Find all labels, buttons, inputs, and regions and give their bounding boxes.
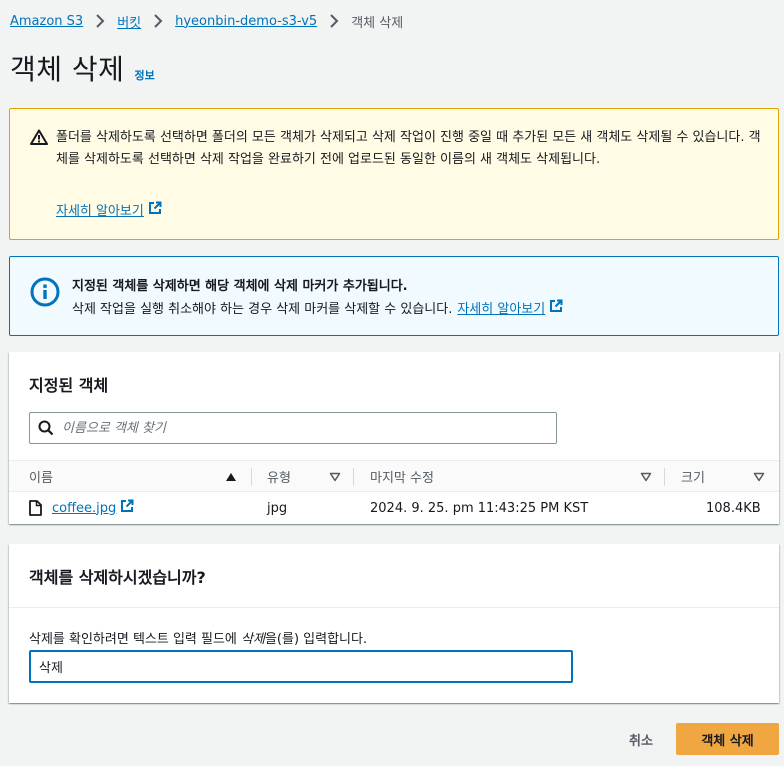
object-link[interactable]: coffee.jpg bbox=[52, 499, 134, 517]
column-header-last-modified[interactable]: 마지막 수정 bbox=[370, 461, 652, 492]
confirm-delete-title: 객체를 삭제하시겠습니까? bbox=[29, 568, 206, 587]
search-icon bbox=[38, 420, 54, 436]
warning-icon bbox=[30, 129, 48, 149]
panel-divider bbox=[9, 607, 779, 608]
table-header: 이름 유형 마지막 수정 크기 bbox=[9, 460, 779, 492]
delete-objects-button[interactable]: 객체 삭제 bbox=[676, 723, 779, 755]
external-link-icon bbox=[148, 201, 162, 219]
specified-objects-panel: 지정된 객체 이름 유형 마지막 수정 bbox=[9, 352, 779, 524]
object-search-box[interactable] bbox=[29, 412, 557, 444]
column-header-size[interactable]: 크기 bbox=[681, 461, 771, 492]
cell-size: 108.4KB bbox=[706, 500, 761, 516]
warning-alert: 폴더를 삭제하도록 선택하면 폴더의 모든 객체가 삭제되고 삭제 작업이 진행… bbox=[9, 108, 779, 240]
column-header-name[interactable]: 이름 bbox=[29, 461, 243, 492]
external-link-icon bbox=[549, 299, 563, 317]
info-learn-more-link[interactable]: 자세히 알아보기 bbox=[457, 298, 563, 317]
warning-text: 폴더를 삭제하도록 선택하면 폴더의 모든 객체가 삭제되고 삭제 작업이 진행… bbox=[56, 130, 761, 167]
confirm-delete-panel: 객체를 삭제하시겠습니까? 삭제를 확인하려면 텍스트 입력 필드에 삭제을(를… bbox=[9, 544, 779, 703]
confirm-label: 삭제를 확인하려면 텍스트 입력 필드에 삭제을(를) 입력합니다. bbox=[29, 632, 368, 647]
info-heading: 지정된 객체를 삭제하면 해당 객체에 삭제 마커가 추가됩니다. bbox=[72, 279, 408, 294]
info-body-text: 삭제 작업을 실행 취소해야 하는 경우 삭제 마커를 삭제할 수 있습니다. bbox=[72, 302, 453, 317]
warning-learn-more-link[interactable]: 자세히 알아보기 bbox=[56, 200, 162, 219]
breadcrumb-bucket-name[interactable]: hyeonbin-demo-s3-v5 bbox=[175, 14, 317, 29]
breadcrumb-buckets[interactable]: 버킷 bbox=[117, 12, 141, 31]
info-icon bbox=[30, 277, 60, 311]
warning-learn-more-label: 자세히 알아보기 bbox=[56, 204, 144, 219]
sort-ascending-icon[interactable] bbox=[225, 472, 237, 482]
column-divider[interactable] bbox=[353, 468, 354, 486]
external-link-icon bbox=[120, 499, 134, 517]
chevron-right-icon bbox=[323, 10, 345, 32]
breadcrumb-amazon-s3[interactable]: Amazon S3 bbox=[10, 14, 83, 29]
chevron-right-icon bbox=[89, 10, 111, 32]
cell-last-modified: 2024. 9. 25. pm 11:43:25 PM KST bbox=[370, 500, 589, 516]
column-header-type[interactable]: 유형 bbox=[267, 461, 347, 492]
column-divider[interactable] bbox=[664, 468, 665, 486]
info-body: 삭제 작업을 실행 취소해야 하는 경우 삭제 마커를 삭제할 수 있습니다. … bbox=[72, 298, 563, 317]
objects-table: 이름 유형 마지막 수정 크기 coffee.jpg jpg 2024. 9. … bbox=[9, 460, 779, 524]
cancel-button[interactable]: 취소 bbox=[616, 724, 666, 754]
file-icon bbox=[29, 500, 42, 516]
info-alert: 지정된 객체를 삭제하면 해당 객체에 삭제 마커가 추가됩니다. 삭제 작업을… bbox=[9, 256, 779, 336]
sort-icon[interactable] bbox=[329, 472, 341, 482]
confirm-delete-input[interactable] bbox=[29, 650, 573, 683]
object-search-input[interactable] bbox=[62, 420, 532, 436]
cell-name: coffee.jpg bbox=[29, 492, 134, 524]
cell-type: jpg bbox=[267, 500, 288, 516]
page-header: 객체 삭제 정보 bbox=[10, 48, 155, 88]
specified-objects-title: 지정된 객체 bbox=[29, 376, 109, 395]
sort-icon[interactable] bbox=[640, 472, 652, 482]
page-title: 객체 삭제 bbox=[10, 53, 125, 86]
info-learn-more-label: 자세히 알아보기 bbox=[457, 302, 546, 317]
breadcrumb-current: 객체 삭제 bbox=[351, 15, 404, 31]
column-divider[interactable] bbox=[251, 468, 252, 486]
breadcrumb: Amazon S3 버킷 hyeonbin-demo-s3-v5 객체 삭제 bbox=[10, 10, 403, 32]
table-row: coffee.jpg jpg 2024. 9. 25. pm 11:43:25 … bbox=[9, 492, 779, 524]
info-link[interactable]: 정보 bbox=[134, 67, 154, 83]
chevron-right-icon bbox=[147, 10, 169, 32]
sort-icon[interactable] bbox=[753, 472, 765, 482]
